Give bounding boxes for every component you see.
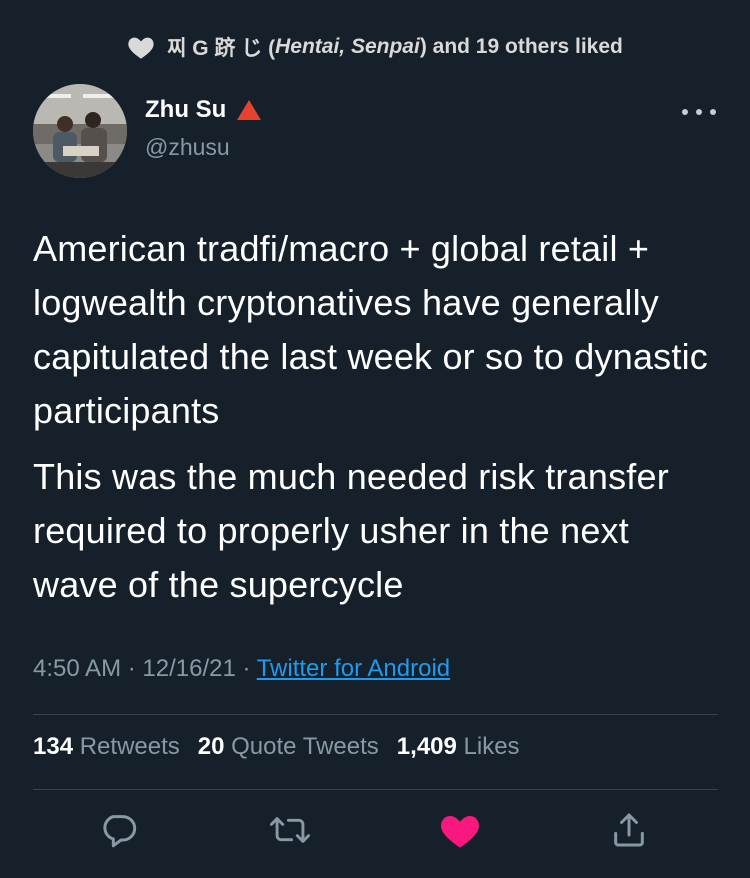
heart-outline-icon bbox=[127, 33, 157, 61]
share-icon bbox=[609, 810, 649, 855]
share-button[interactable] bbox=[605, 808, 653, 856]
retweet-button[interactable] bbox=[266, 808, 314, 856]
likes-label: Likes bbox=[463, 733, 520, 760]
reply-button[interactable] bbox=[94, 808, 142, 856]
retweets-label: Retweets bbox=[79, 733, 180, 760]
quote-tweets-label: Quote Tweets bbox=[231, 733, 379, 760]
tweet-text: American tradfi/macro + global retail + … bbox=[33, 222, 713, 624]
retweets-stat[interactable]: 134 Retweets bbox=[33, 733, 180, 761]
tweet-actions bbox=[0, 808, 750, 856]
tweet-time[interactable]: 4:50 AM bbox=[33, 655, 121, 682]
tweet-meta: 4:50 AM · 12/16/21 · Twitter for Android bbox=[33, 655, 450, 683]
author-handle[interactable]: @zhusu bbox=[145, 134, 230, 161]
retweets-count: 134 bbox=[33, 733, 74, 760]
tweet-paragraph: American tradfi/macro + global retail + … bbox=[33, 228, 708, 431]
tweet-paragraph: This was the much needed risk transfer r… bbox=[33, 456, 669, 605]
red-triangle-icon bbox=[236, 99, 262, 121]
avatar[interactable] bbox=[33, 84, 127, 178]
liked-by-suffix: ) and 19 others liked bbox=[419, 35, 623, 58]
divider bbox=[33, 714, 718, 715]
author-name-text: Zhu Su bbox=[145, 96, 227, 123]
quote-tweets-count: 20 bbox=[197, 733, 225, 760]
more-dots-icon[interactable] bbox=[682, 102, 716, 122]
liked-by-prefix: 찌 G 跻 じ ( bbox=[167, 37, 276, 60]
author-name[interactable]: Zhu Su bbox=[145, 96, 262, 124]
tweet-source-link[interactable]: Twitter for Android bbox=[257, 655, 450, 682]
tweet-stats: 134 Retweets 20 Quote Tweets 1,409 Likes bbox=[33, 733, 520, 761]
quote-tweets-stat[interactable]: 20 Quote Tweets bbox=[198, 733, 379, 761]
tweet-date[interactable]: 12/16/21 bbox=[142, 655, 235, 682]
likes-stat[interactable]: 1,409 Likes bbox=[397, 733, 520, 761]
heart-filled-icon bbox=[439, 810, 481, 855]
meta-separator: · bbox=[235, 655, 257, 682]
divider bbox=[33, 789, 718, 790]
reply-bubble-icon bbox=[98, 810, 138, 855]
meta-separator: · bbox=[121, 655, 143, 682]
retweet-icon bbox=[269, 810, 311, 855]
liked-by-name: Hentai, Senpai bbox=[275, 35, 420, 58]
likes-count: 1,409 bbox=[396, 733, 457, 760]
tweet-author: Zhu Su @zhusu bbox=[33, 84, 722, 178]
like-button[interactable] bbox=[436, 808, 484, 856]
social-context[interactable]: 찌 G 跻 じ ( Hentai, Senpai ) and 19 others… bbox=[0, 30, 750, 64]
